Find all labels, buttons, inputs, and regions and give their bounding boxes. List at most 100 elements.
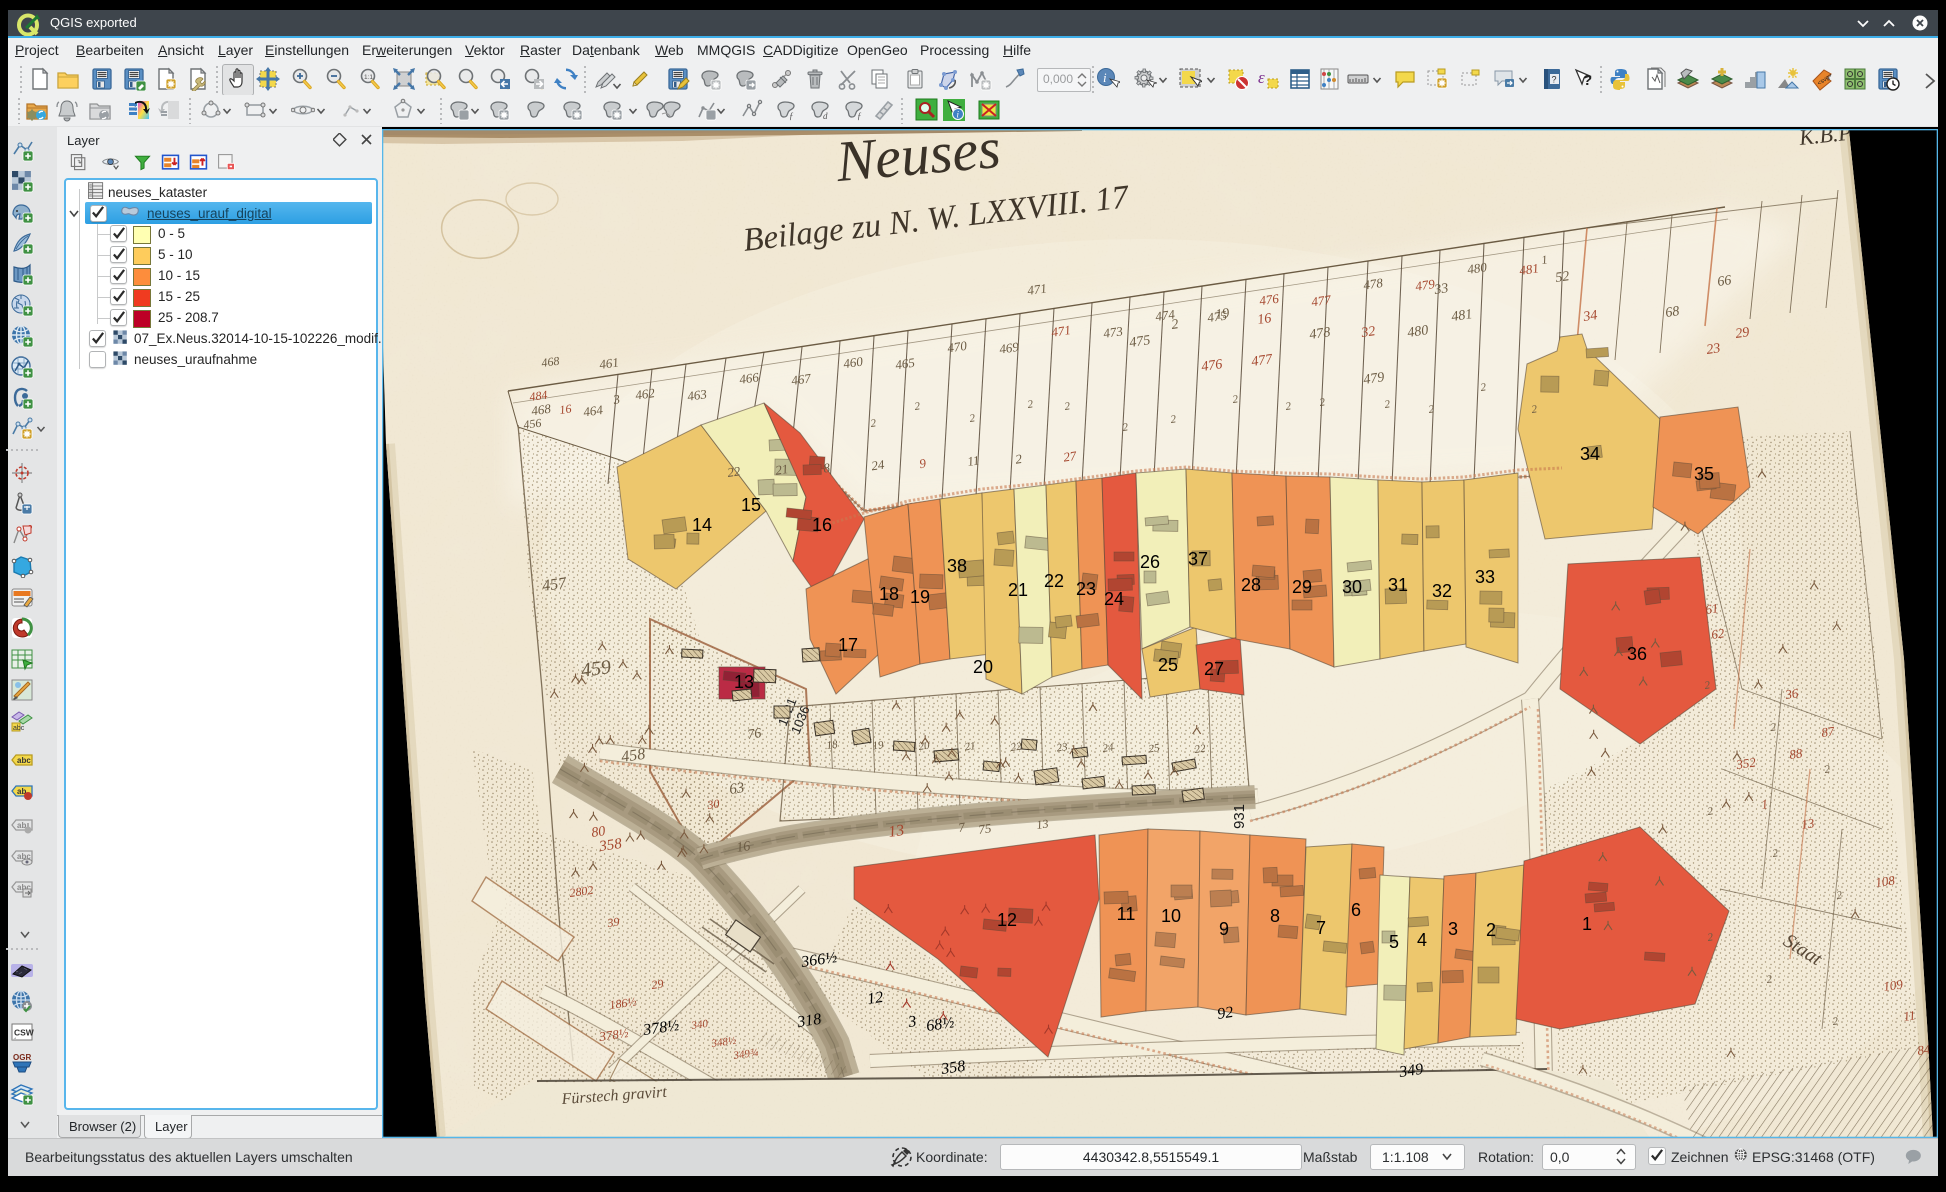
- svg-text:23: 23: [1705, 341, 1721, 358]
- svg-text:23: 23: [1076, 579, 1096, 599]
- svg-text:33: 33: [1432, 281, 1449, 298]
- svg-text:62: 62: [1710, 625, 1725, 642]
- svg-text:476: 476: [1200, 357, 1223, 375]
- svg-text:7: 7: [1316, 918, 1326, 938]
- svg-text:108: 108: [1874, 872, 1896, 890]
- svg-text:6: 6: [1351, 900, 1361, 920]
- svg-text:464: 464: [582, 402, 604, 420]
- svg-text:340: 340: [690, 1018, 709, 1032]
- svg-text:29: 29: [650, 976, 664, 992]
- svg-text:68: 68: [1664, 304, 1680, 321]
- svg-text:349: 349: [1397, 1061, 1424, 1081]
- svg-text:358: 358: [939, 1058, 966, 1078]
- svg-text:66: 66: [1716, 273, 1732, 290]
- svg-text:26: 26: [1140, 552, 1160, 572]
- svg-text:461: 461: [598, 354, 619, 372]
- svg-text:8: 8: [1270, 906, 1280, 926]
- svg-text:30: 30: [705, 796, 720, 812]
- svg-text:3: 3: [1448, 919, 1458, 939]
- svg-text:52: 52: [1554, 269, 1570, 286]
- svg-text:2: 2: [1486, 920, 1496, 940]
- svg-text:22: 22: [1044, 571, 1064, 591]
- svg-text:478: 478: [1308, 325, 1331, 343]
- svg-text:22: 22: [726, 463, 741, 480]
- svg-text:24: 24: [1102, 741, 1115, 754]
- svg-text:463: 463: [686, 386, 708, 404]
- svg-text:475: 475: [1128, 333, 1151, 351]
- svg-text:16: 16: [812, 515, 832, 535]
- svg-text:31: 31: [1388, 575, 1408, 595]
- svg-text:19: 19: [1214, 306, 1230, 323]
- svg-text:931: 931: [1231, 804, 1248, 829]
- svg-text:13: 13: [1035, 816, 1049, 832]
- svg-text:109: 109: [1882, 976, 1904, 994]
- svg-text:15: 15: [741, 495, 761, 515]
- svg-text:465: 465: [894, 355, 916, 373]
- svg-text:i: i: [1103, 70, 1107, 85]
- svg-text:14: 14: [692, 515, 712, 535]
- svg-text:61: 61: [1704, 600, 1719, 617]
- svg-text:34: 34: [1581, 308, 1598, 325]
- svg-text:32: 32: [1359, 324, 1376, 341]
- svg-text:484: 484: [528, 388, 548, 404]
- svg-text:18: 18: [826, 738, 839, 751]
- svg-text:36: 36: [1783, 685, 1799, 702]
- svg-text:4: 4: [1417, 930, 1427, 950]
- svg-text:39: 39: [605, 914, 620, 930]
- svg-text:477: 477: [1310, 292, 1332, 310]
- svg-text:92: 92: [1216, 1004, 1234, 1023]
- svg-text:21: 21: [1008, 580, 1028, 600]
- svg-text:478: 478: [1362, 275, 1384, 293]
- svg-text:87: 87: [1820, 723, 1835, 740]
- svg-text:471: 471: [1050, 322, 1071, 340]
- svg-text:abc: abc: [13, 725, 25, 732]
- svg-text:22: 22: [1194, 742, 1207, 755]
- svg-text:d: d: [823, 111, 828, 121]
- svg-text:19: 19: [910, 587, 930, 607]
- svg-text:32: 32: [1432, 581, 1452, 601]
- svg-text:358: 358: [597, 836, 623, 855]
- svg-text:19: 19: [872, 739, 885, 752]
- svg-text:480: 480: [1466, 259, 1488, 277]
- svg-text:ƒ: ƒ: [857, 111, 862, 121]
- svg-text:21: 21: [774, 461, 789, 478]
- svg-text:468: 468: [540, 354, 560, 370]
- svg-text:466: 466: [738, 369, 760, 387]
- svg-text:34: 34: [1580, 444, 1600, 464]
- svg-text:5: 5: [1389, 932, 1399, 952]
- svg-text:16: 16: [558, 401, 572, 417]
- svg-text:36: 36: [1627, 644, 1647, 664]
- svg-text:63: 63: [728, 780, 745, 798]
- svg-text:459: 459: [580, 656, 613, 682]
- svg-text:17: 17: [838, 635, 858, 655]
- svg-text:473: 473: [1102, 323, 1124, 341]
- svg-text:352: 352: [1734, 754, 1757, 772]
- svg-text:18: 18: [879, 584, 899, 604]
- svg-text:470: 470: [946, 338, 968, 356]
- svg-text:75: 75: [977, 820, 992, 837]
- svg-text:11: 11: [1117, 904, 1136, 924]
- svg-text:25: 25: [1148, 742, 1161, 755]
- svg-text:480: 480: [1406, 323, 1429, 341]
- svg-text:24: 24: [870, 457, 885, 474]
- svg-text:38: 38: [947, 556, 967, 576]
- svg-text:458: 458: [620, 746, 646, 766]
- svg-text:CSW: CSW: [14, 1028, 34, 1038]
- svg-text:28: 28: [1241, 575, 1261, 595]
- svg-text:469: 469: [998, 339, 1020, 357]
- svg-text:76: 76: [746, 726, 762, 743]
- svg-text:33: 33: [1475, 567, 1495, 587]
- svg-text:16: 16: [735, 839, 751, 856]
- svg-text:12: 12: [997, 910, 1017, 930]
- svg-text:13: 13: [1800, 815, 1815, 832]
- svg-text:27: 27: [1062, 448, 1077, 465]
- svg-text:20: 20: [973, 657, 993, 677]
- svg-text:29: 29: [1734, 325, 1750, 342]
- svg-text:477: 477: [1250, 352, 1274, 370]
- svg-text:24: 24: [1104, 589, 1124, 609]
- svg-text:318: 318: [795, 1011, 822, 1031]
- svg-text:11: 11: [1902, 1007, 1916, 1024]
- svg-text:30: 30: [1342, 577, 1362, 597]
- svg-text:1: 1: [1582, 914, 1592, 934]
- svg-text:ƒ: ƒ: [789, 111, 794, 121]
